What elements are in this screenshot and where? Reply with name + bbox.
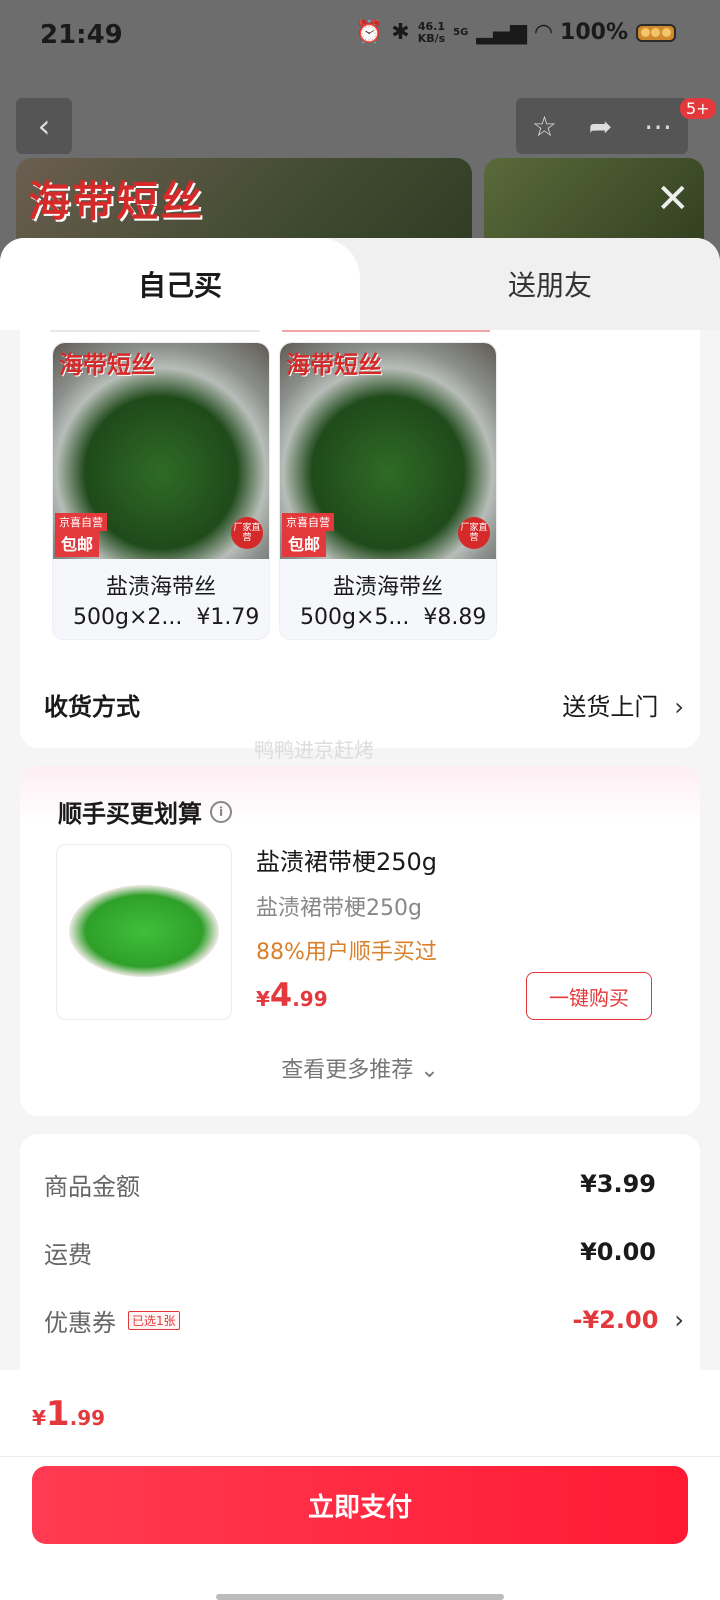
recommend-title-row: 顺手买更划算 i [58,794,232,829]
top-action-bar: ☆ ➦ ⋯ [516,98,688,154]
more-recommend-link[interactable]: 查看更多推荐 ⌄ [20,1052,700,1084]
status-icons: ⏰ ✱ 46.1 KB/s 5G ▂▄▆ ◠ 100% [356,20,676,45]
chevron-right-icon: › [674,1306,684,1334]
goods-amount-row: 商品金额 ¥3.99 [44,1164,684,1204]
hero-title: 海带短丝 [28,177,205,226]
shipping-row: 运费 ¥0.00 [44,1232,684,1272]
pay-now-button[interactable]: 立即支付 [32,1466,688,1544]
background-product-page: 21:49 ⏰ ✱ 46.1 KB/s 5G ▂▄▆ ◠ 100% ‹ ☆ ➦ … [0,0,720,278]
delivery-label: 收货方式 [44,692,140,721]
sku-image: 海带短丝 京喜自营 包邮 厂家直营 [53,343,269,559]
goods-amount-value: ¥3.99 [580,1170,656,1198]
sku-image: 海带短丝 京喜自营 包邮 厂家直营 [280,343,496,559]
status-bar: 21:49 ⏰ ✱ 46.1 KB/s 5G ▂▄▆ ◠ 100% [0,0,720,76]
wifi-icon: ◠ [535,20,553,45]
message-badge: 5+ [680,98,716,119]
recommend-product-spec: 盐渍裙带梗250g [256,896,422,921]
chevron-down-icon: ⌄ [420,1058,439,1083]
coupon-value: -¥2.00 [572,1306,659,1334]
coupon-row[interactable]: 优惠券 已选1张 -¥2.00 › [44,1300,684,1340]
delivery-method-row[interactable]: 收货方式 送货上门 › [44,682,684,726]
status-time: 21:49 [40,20,123,50]
price-summary-card: 商品金额 ¥3.99 运费 ¥0.00 优惠券 已选1张 -¥2.00 › [20,1134,700,1394]
checkout-footer: ¥1.99 立即支付 [0,1370,720,1600]
tab-buy-self[interactable]: 自己买 [0,238,360,330]
coupon-selected-tag: 已选1张 [128,1310,180,1330]
chevron-left-icon: ‹ [37,107,51,145]
sku-seal: 厂家直营 [231,517,263,549]
home-indicator[interactable] [216,1594,504,1600]
sku-name: 盐渍海带丝 [332,575,443,600]
product-photo [69,885,219,977]
recommend-hint: 88%用户顺手买过 [256,940,437,965]
recommend-card: 顺手买更划算 i 盐渍裙带梗250g 盐渍裙带梗250g 88%用户顺手买过 ¥… [20,766,700,1116]
total-price: ¥1.99 [32,1394,106,1434]
recommend-product-image[interactable] [56,844,232,1020]
one-click-buy-button[interactable]: 一键购买 [526,972,652,1020]
tab-bar: 自己买 送朋友 [0,238,720,330]
alarm-icon: ⏰ [355,20,384,45]
info-icon[interactable]: i [210,800,232,823]
sku-tag-bottom: 包邮 [282,529,327,557]
sku-option[interactable]: 海带短丝 京喜自营 包邮 厂家直营 盐渍海带丝 500g×5... ¥8.89 [279,342,497,640]
divider [0,1456,720,1457]
sku-spec: 500g×2... [73,605,183,630]
sku-card: 海带短丝 京喜自营 包邮 厂家直营 盐渍海带丝 500g×2... ¥1.79 … [20,330,700,748]
purchase-sheet: 自己买 送朋友 海带短丝 京喜自营 包邮 厂家直营 盐渍海带丝 500g×2..… [0,238,720,1600]
shipping-value: ¥0.00 [580,1238,656,1266]
sku-spec-row: 500g×5... ¥8.89 [280,605,496,630]
sku-price: ¥8.89 [423,605,487,630]
signal-icon: ▂▄▆ [476,20,528,45]
close-icon[interactable]: ✕ [656,176,690,222]
coupon-label-group: 优惠券 已选1张 [44,1303,180,1338]
delivery-value-group: 送货上门 › [562,687,684,722]
sku-spec-row: 500g×2... ¥1.79 [53,605,269,630]
network-type: 5G [453,26,469,38]
net-speed: 46.1 KB/s [417,19,446,45]
star-icon[interactable]: ☆ [532,110,557,143]
recommend-product-name[interactable]: 盐渍裙带梗250g [256,842,437,877]
bluetooth-icon: ✱ [391,20,410,45]
chevron-right-icon: › [674,692,684,721]
sku-spec: 500g×5... [300,605,410,630]
watermark: 鸭鸭进京赶烤 [254,738,374,762]
shipping-label: 运费 [44,1240,92,1269]
battery-icon [636,23,676,42]
sku-brand: 海带短丝 [286,350,382,379]
sku-seal: 厂家直营 [458,517,490,549]
divider [50,330,260,332]
sku-brand: 海带短丝 [59,350,155,379]
divider [282,330,490,332]
sku-tag-bottom: 包邮 [55,529,100,557]
tab-gift-friend[interactable]: 送朋友 [380,238,720,330]
share-icon[interactable]: ➦ [589,110,612,143]
goods-amount-label: 商品金额 [44,1172,140,1201]
coupon-label: 优惠券 [44,1308,116,1337]
coupon-value-group: -¥2.00 › [573,1306,684,1334]
recommend-price: ¥4.99 [256,976,328,1014]
back-button[interactable]: ‹ [16,98,72,154]
battery-percent: 100% [560,20,628,45]
sku-name: 盐渍海带丝 [105,575,216,600]
sku-option[interactable]: 海带短丝 京喜自营 包邮 厂家直营 盐渍海带丝 500g×2... ¥1.79 [52,342,270,640]
recommend-title: 顺手买更划算 [58,800,202,828]
delivery-value: 送货上门 [562,692,659,721]
sku-price: ¥1.79 [196,605,260,630]
more-icon[interactable]: ⋯ [644,110,672,143]
